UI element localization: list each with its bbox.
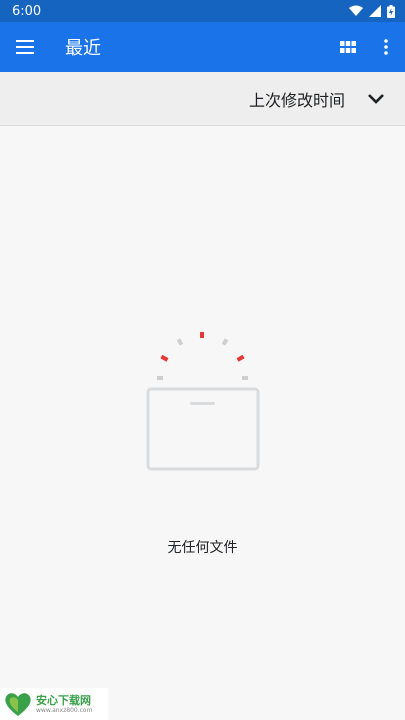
- status-bar: 6:00: [0, 0, 405, 22]
- more-vertical-icon: [384, 39, 388, 55]
- sort-bar[interactable]: 上次修改时间: [0, 72, 405, 126]
- signal-icon: [369, 5, 381, 17]
- watermark: 安心下载网 www.anxz800.com: [0, 688, 108, 720]
- page-title: 最近: [65, 38, 101, 59]
- heart-logo-icon: [5, 693, 31, 716]
- empty-message: 无任何文件: [167, 540, 238, 556]
- status-time: 6:00: [12, 3, 42, 19]
- more-options-button[interactable]: [367, 22, 405, 72]
- grid-view-icon: [340, 41, 356, 53]
- grid-view-button[interactable]: [329, 22, 367, 72]
- sort-label: 上次修改时间: [248, 90, 345, 110]
- app-actions: [329, 22, 405, 72]
- chevron-down-icon[interactable]: [367, 93, 385, 105]
- status-icons: [349, 4, 395, 18]
- content-area: 无任何文件: [0, 127, 405, 720]
- menu-button[interactable]: [0, 22, 50, 72]
- watermark-url: www.anxz800.com: [36, 706, 93, 714]
- wifi-icon: [349, 5, 363, 16]
- app-bar: 最近: [0, 22, 405, 72]
- battery-icon: [387, 4, 395, 18]
- empty-box-icon: [146, 332, 260, 471]
- hamburger-menu-icon: [16, 40, 34, 54]
- watermark-brand: 安心下载网: [36, 693, 91, 707]
